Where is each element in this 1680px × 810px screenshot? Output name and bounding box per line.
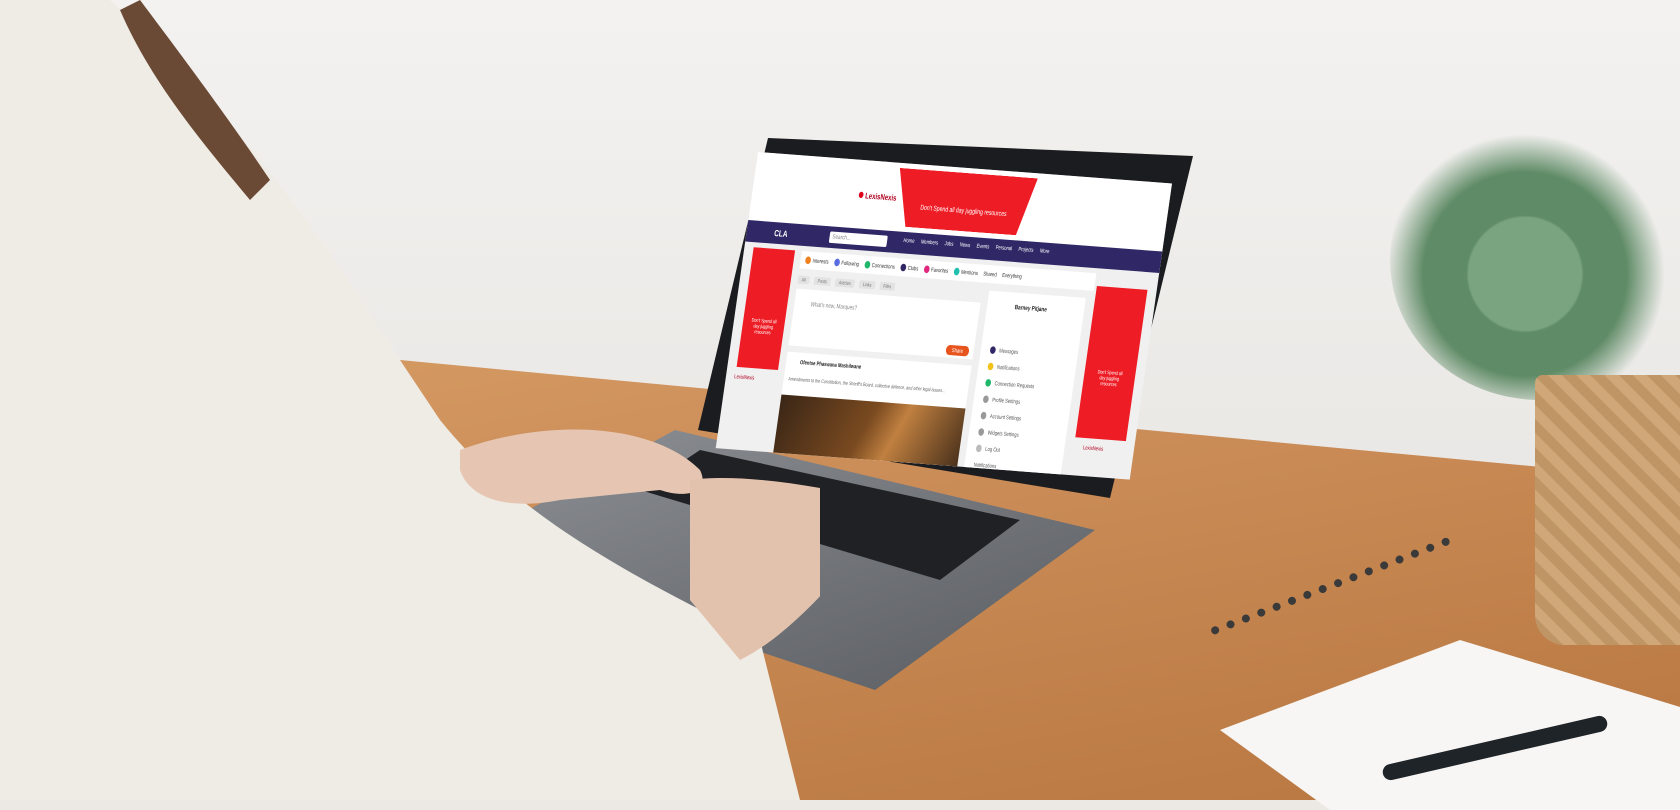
- tab-links[interactable]: Links: [858, 279, 876, 290]
- filter-select-value: Everything: [1001, 271, 1023, 280]
- filter-following[interactable]: Following: [833, 258, 860, 268]
- connections-icon: [863, 260, 871, 269]
- share-button[interactable]: Share: [945, 344, 970, 357]
- right-ad-logo: LexisNexis: [1082, 444, 1104, 453]
- filter-label: Clubs: [907, 264, 919, 272]
- nav-item-jobs[interactable]: Jobs: [944, 240, 954, 247]
- top-banner-ad[interactable]: Don't Spend all day juggling resources: [892, 168, 1038, 236]
- photo-scene: LexisNexis Don't Spend all day juggling …: [0, 0, 1680, 810]
- notifications-icon: [987, 362, 994, 371]
- right-sidebar-ad[interactable]: Don't Spend all day juggling resources: [1075, 286, 1148, 442]
- nav-item-more[interactable]: More: [1040, 247, 1050, 254]
- nav-item-projects[interactable]: Projects: [1018, 246, 1034, 253]
- account-settings-icon: [980, 411, 987, 420]
- filter-select[interactable]: Everything: [1002, 272, 1022, 280]
- menu-label: Log Out: [984, 445, 1001, 454]
- filter-connections[interactable]: Connections: [863, 260, 896, 271]
- filter-shared[interactable]: Shared: [983, 270, 997, 277]
- messages-icon: [989, 346, 997, 355]
- ad-logo-text: LexisNexis: [864, 190, 898, 203]
- potted-plant: [1390, 120, 1680, 400]
- tab-articles[interactable]: Articles: [834, 277, 856, 288]
- mentions-icon: [953, 267, 960, 276]
- favorites-icon: [923, 265, 930, 274]
- tab-files[interactable]: Files: [879, 281, 896, 291]
- filter-label: Following: [841, 259, 860, 268]
- filter-clubs[interactable]: Clubs: [899, 263, 919, 272]
- profile-name[interactable]: Barney Pitjane: [1014, 304, 1047, 313]
- profile-menu: Messages Notifications Connection Reques…: [973, 342, 1041, 477]
- log-out-icon: [975, 444, 983, 453]
- menu-label: Connection Requests: [994, 380, 1035, 390]
- menu-label: Notifications: [996, 363, 1020, 372]
- wicker-basket-pot: [1535, 375, 1680, 645]
- filter-label: Connections: [871, 261, 896, 271]
- menu-label: Profile Settings: [991, 396, 1021, 405]
- banner-text: Don't Spend all day juggling resources: [919, 203, 1008, 218]
- clubs-icon: [899, 263, 907, 272]
- nav-item-news[interactable]: News: [959, 241, 970, 248]
- person-in-white-shirt: [0, 0, 820, 800]
- right-ad-text: Don't Spend all day juggling resources: [1097, 368, 1123, 388]
- nav-item-members[interactable]: Members: [921, 238, 939, 246]
- filter-mentions[interactable]: Mentions: [953, 267, 979, 277]
- following-icon: [833, 258, 841, 267]
- menu-label: Account Settings: [989, 412, 1022, 422]
- filter-label: Mentions: [960, 268, 979, 277]
- menu-label: Widgets Settings: [987, 429, 1020, 439]
- nav-item-home[interactable]: Home: [903, 237, 915, 244]
- logo-icon: [858, 191, 864, 199]
- search-input[interactable]: Search...: [828, 231, 888, 248]
- profile-card: Barney Pitjane Messages Notifications Co…: [963, 290, 1086, 480]
- profile-settings-icon: [982, 395, 990, 404]
- nav-item-personal[interactable]: Personal: [995, 244, 1012, 252]
- filter-label: Shared: [982, 270, 998, 278]
- filter-label: Favorites: [930, 266, 949, 275]
- connections-icon: [984, 378, 992, 387]
- nav-item-events[interactable]: Events: [976, 243, 990, 250]
- menu-label: Messages: [998, 347, 1019, 356]
- widgets-settings-icon: [977, 428, 985, 436]
- ad-logo: LexisNexis: [858, 190, 898, 203]
- filter-favorites[interactable]: Favorites: [923, 265, 949, 275]
